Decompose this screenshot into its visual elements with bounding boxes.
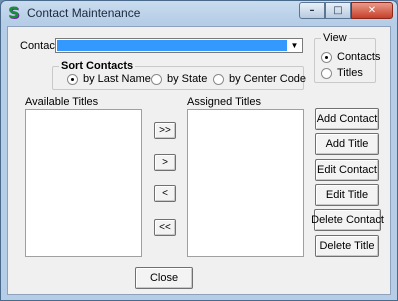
radio-unselected-icon — [213, 73, 224, 85]
sort-by-center-code-label: by Center Code — [229, 73, 307, 85]
add-contact-button[interactable]: Add Contact — [315, 108, 379, 130]
window-title: Contact Maintenance — [27, 6, 141, 20]
radio-unselected-icon — [151, 73, 162, 85]
available-titles-list[interactable] — [25, 109, 142, 257]
view-contacts-label: Contacts — [337, 51, 381, 63]
view-contacts-radio[interactable]: Contacts — [321, 51, 380, 63]
contact-selected-value — [57, 40, 287, 51]
app-logo-icon: S — [8, 3, 20, 22]
contact-dropdown[interactable]: ▼ — [55, 38, 303, 53]
view-titles-label: Titles — [337, 67, 363, 79]
maximize-button[interactable]: □ — [325, 2, 351, 19]
sort-contacts-group: Sort Contacts by Last Name by State by C… — [52, 60, 306, 90]
sort-by-last-name-label: by Last Name — [83, 73, 151, 85]
edit-contact-button[interactable]: Edit Contact — [315, 159, 379, 181]
radio-selected-icon — [67, 73, 78, 85]
contact-maintenance-window: S Contact Maintenance – □ ✕ Contact: ▼ S… — [0, 0, 398, 301]
sort-by-state-radio[interactable]: by State — [151, 73, 207, 85]
delete-title-button[interactable]: Delete Title — [315, 235, 379, 257]
radio-selected-icon — [321, 51, 332, 63]
add-all-titles-button[interactable]: >> — [154, 122, 176, 139]
view-titles-radio[interactable]: Titles — [321, 67, 363, 79]
window-controls: – □ ✕ — [299, 2, 393, 19]
delete-contact-button[interactable]: Delete Contact — [311, 209, 384, 231]
view-group: View Contacts Titles — [314, 32, 380, 83]
sort-by-center-code-radio[interactable]: by Center Code — [213, 73, 306, 85]
sort-by-last-name-radio[interactable]: by Last Name — [67, 73, 151, 85]
close-window-button[interactable]: ✕ — [351, 2, 393, 19]
add-title-arrow-button[interactable]: > — [154, 154, 176, 171]
add-title-button[interactable]: Add Title — [315, 133, 379, 155]
chevron-down-icon[interactable]: ▼ — [287, 39, 302, 52]
assigned-titles-list[interactable] — [187, 109, 304, 257]
available-titles-label: Available Titles — [25, 96, 99, 108]
radio-unselected-icon — [321, 67, 332, 79]
title-bar[interactable]: S Contact Maintenance – □ ✕ — [1, 1, 397, 25]
edit-title-button[interactable]: Edit Title — [315, 184, 379, 206]
view-legend: View — [321, 32, 349, 44]
remove-title-arrow-button[interactable]: < — [154, 185, 176, 202]
sort-by-state-label: by State — [167, 73, 208, 85]
dialog-body: Contact: ▼ Sort Contacts by Last Name by… — [7, 26, 391, 295]
remove-all-titles-button[interactable]: << — [154, 219, 176, 236]
assigned-titles-label: Assigned Titles — [187, 96, 261, 108]
close-button[interactable]: Close — [135, 267, 193, 289]
minimize-button[interactable]: – — [299, 2, 325, 19]
sort-contacts-legend: Sort Contacts — [59, 60, 136, 72]
